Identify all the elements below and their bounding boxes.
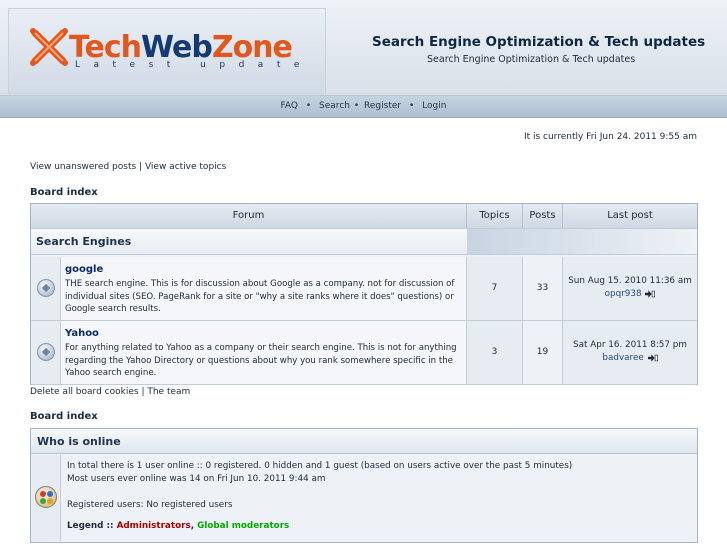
posts-count: 19 — [536, 347, 549, 357]
forum-info-cell: google THE search engine. This is for di… — [61, 257, 467, 320]
team-link[interactable]: The team — [147, 387, 190, 397]
forum-icon-cell — [31, 257, 61, 320]
logo-tagline: Latest update — [75, 60, 313, 70]
who-is-online-panel: Who is online In total there is 1 user o… — [30, 428, 698, 543]
nav-bar: FAQ • Search • Register • Login — [0, 96, 727, 118]
who-is-online-title[interactable]: Who is online — [37, 435, 121, 448]
delete-cookies-link[interactable]: Delete all board cookies — [30, 387, 139, 397]
posts-column-header: Posts — [523, 204, 563, 228]
online-total-text: In total there is 1 user online :: 0 reg… — [67, 461, 573, 471]
forum-title-link[interactable]: google — [65, 264, 103, 275]
last-post-author-link[interactable]: badvaree — [602, 353, 643, 363]
last-post-arrow-icon[interactable] — [645, 289, 656, 298]
nav-login-link[interactable]: Login — [422, 101, 446, 111]
topics-count: 7 — [491, 283, 498, 293]
forum-description: For anything related to Yahoo as a compa… — [65, 343, 457, 378]
nav-search-link[interactable]: Search — [319, 101, 350, 111]
last-post-info: opqr938 — [563, 289, 697, 299]
site-description: Search Engine Optimization & Tech update… — [427, 54, 636, 65]
board-index-breadcrumb-bottom[interactable]: Board index — [30, 411, 98, 422]
forum-description: THE search engine. This is for discussio… — [65, 279, 455, 314]
topics-count-cell: 7 — [467, 257, 523, 320]
site-title: Search Engine Optimization & Tech update… — [372, 34, 706, 50]
topics-count: 3 — [491, 347, 498, 357]
category-title[interactable]: Search Engines — [36, 235, 131, 248]
forum-icon-cell — [31, 321, 61, 384]
who-is-online-icon-cell — [31, 455, 61, 541]
board-index-breadcrumb[interactable]: Board index — [30, 187, 98, 198]
forum-table: Forum Topics Posts Last post Search Engi… — [30, 203, 698, 385]
nav-separator: • — [353, 101, 360, 111]
nav-separator: • — [408, 101, 415, 111]
who-is-online-header: Who is online — [31, 429, 697, 454]
last-post-cell: Sun Aug 15. 2010 11:36 am opqr938 — [563, 257, 697, 320]
posts-count-cell: 33 — [523, 257, 563, 320]
forum-row: google THE search engine. This is for di… — [31, 257, 697, 321]
forum-column-header: Forum — [31, 204, 467, 228]
logo-x-icon — [30, 28, 68, 66]
main-content: It is currently Fri Jun 24. 2011 9:55 am… — [0, 119, 727, 545]
last-post-cell: Sat Apr 16. 2011 8:57 pm badvaree — [563, 321, 697, 384]
top-links: View unanswered posts | View active topi… — [30, 162, 226, 172]
nav-separator: • — [305, 101, 312, 111]
registered-users-text: Registered users: No registered users — [67, 500, 233, 510]
legend-global-moderators: Global moderators — [197, 521, 290, 531]
unanswered-posts-link[interactable]: View unanswered posts — [30, 162, 136, 172]
link-divider: | — [141, 387, 145, 397]
legend-comma: , — [190, 521, 195, 531]
site-logo[interactable]: TechWebZone Latest update — [8, 8, 326, 94]
who-is-online-icon — [35, 486, 57, 508]
category-row: Search Engines — [31, 228, 697, 255]
last-post-column-header: Last post — [563, 204, 697, 228]
last-post-date: Sun Aug 15. 2010 11:36 am — [568, 276, 692, 286]
forum-info-cell: Yahoo For anything related to Yahoo as a… — [61, 321, 467, 384]
category-shade — [467, 229, 697, 254]
legend: Legend :: Administrators, Global moderat… — [67, 521, 289, 531]
topics-count-cell: 3 — [467, 321, 523, 384]
forum-read-icon — [37, 343, 55, 361]
current-time: It is currently Fri Jun 24. 2011 9:55 am — [523, 132, 697, 142]
forum-row: Yahoo For anything related to Yahoo as a… — [31, 321, 697, 385]
nav-register-link[interactable]: Register — [364, 101, 401, 111]
page-header: TechWebZone Latest update Search Engine … — [0, 0, 727, 96]
last-post-author-link[interactable]: opqr938 — [605, 289, 642, 299]
legend-administrators: Administrators — [116, 521, 191, 531]
nav-faq-link[interactable]: FAQ — [281, 101, 298, 111]
active-topics-link[interactable]: View active topics — [145, 162, 226, 172]
online-record-text: Most users ever online was 14 on Fri Jun… — [67, 474, 326, 484]
posts-count-cell: 19 — [523, 321, 563, 384]
forum-read-icon — [37, 279, 55, 297]
last-post-date: Sat Apr 16. 2011 8:57 pm — [573, 340, 687, 350]
link-divider: | — [139, 162, 143, 172]
last-post-arrow-icon[interactable] — [647, 353, 658, 362]
forum-title-link[interactable]: Yahoo — [65, 328, 99, 339]
posts-count: 33 — [536, 283, 549, 293]
legend-label: Legend :: — [67, 521, 114, 531]
topics-column-header: Topics — [467, 204, 523, 228]
last-post-info: badvaree — [563, 353, 697, 363]
bottom-links: Delete all board cookies | The team — [30, 387, 190, 397]
